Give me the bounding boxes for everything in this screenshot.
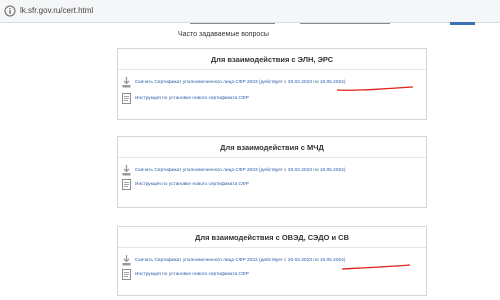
url-text[interactable]: lk.sfr.gov.ru/cert.html [20,5,93,17]
word-document-icon [122,179,131,190]
section-card-oved: Для взаимодействия с ОВЭД, СЭДО и СВ Ска… [117,226,427,296]
download-certificate-link[interactable]: Скачать Сертификат уполномоченного лица … [135,167,345,174]
section-card-eln: Для взаимодействия с ЭЛН, ЭРС Скачать Се… [117,48,427,120]
instruction-link[interactable]: Инструкция по установке нового сертифика… [135,271,249,278]
nav-divider-right [300,23,390,24]
address-bar[interactable]: lk.sfr.gov.ru/cert.html [0,0,500,23]
download-icon [122,77,131,88]
instruction-link[interactable]: Инструкция по установке нового сертифика… [135,181,249,188]
download-certificate-link[interactable]: Скачать Сертификат уполномоченного лица … [135,257,345,264]
word-document-icon [122,93,131,104]
word-document-icon [122,269,131,280]
section-title: Для взаимодействия с ОВЭД, СЭДО и СВ [118,229,426,248]
instruction-link[interactable]: Инструкция по установке нового сертифика… [135,95,249,102]
section-title: Для взаимодействия с ЭЛН, ЭРС [118,51,426,70]
section-card-mchd: Для взаимодействия с МЧД Скачать Сертифи… [117,136,427,208]
download-icon [122,165,131,176]
red-underline-annotation [336,86,414,91]
download-icon [122,255,131,266]
nav-active-indicator [450,22,475,25]
page-info-icon[interactable] [4,5,16,17]
download-certificate-link[interactable]: Скачать Сертификат уполномоченного лица … [135,79,345,86]
faq-link[interactable]: Часто задаваемые вопросы [178,31,269,38]
section-title: Для взаимодействия с МЧД [118,139,426,158]
nav-divider-left [190,23,275,24]
red-underline-annotation [341,264,411,270]
